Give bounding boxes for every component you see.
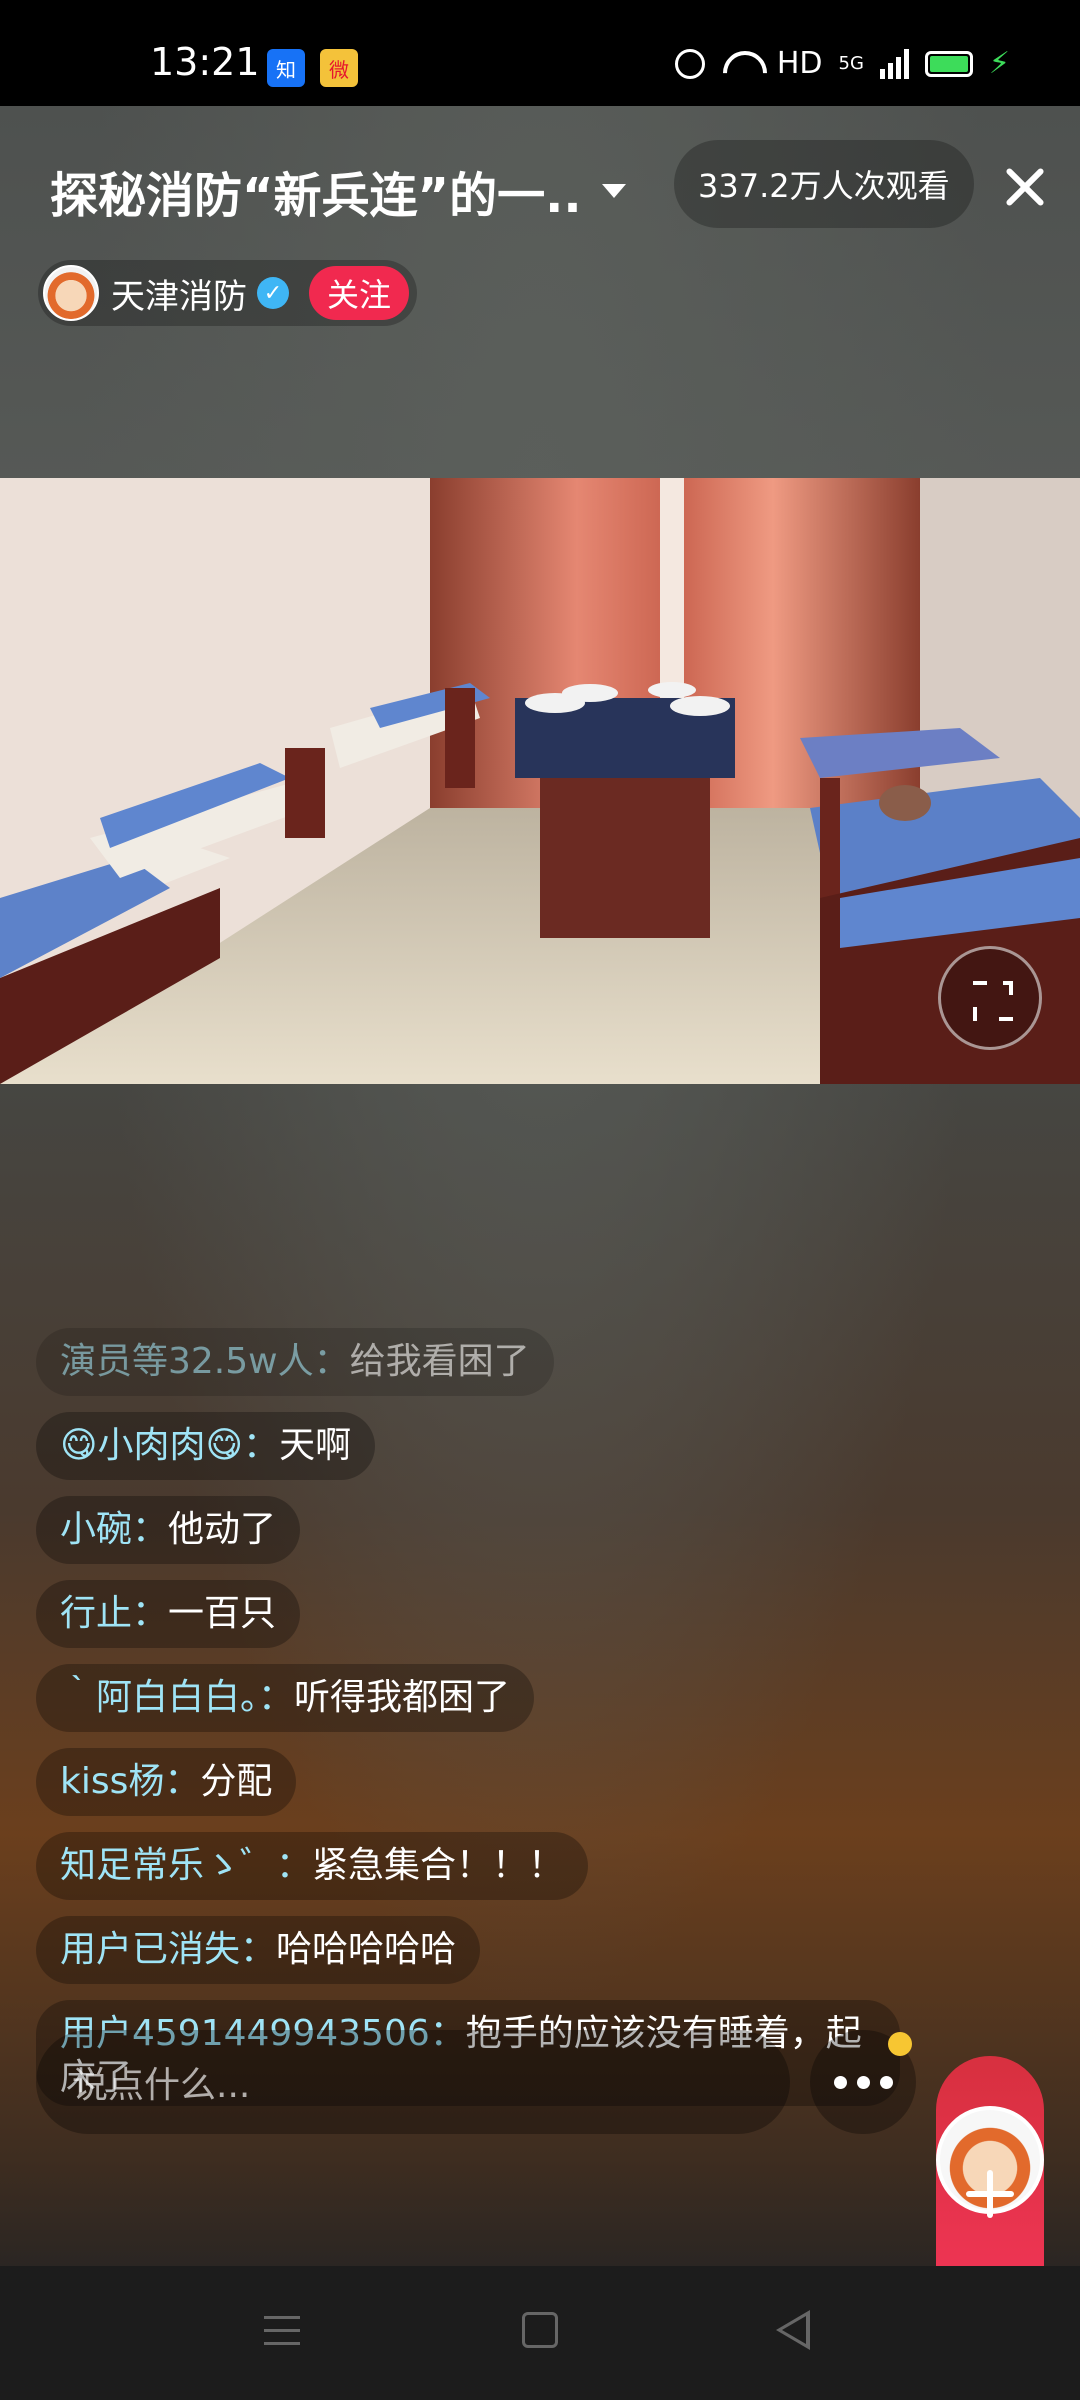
comment-user[interactable]: 用户已消失： xyxy=(60,1929,276,1970)
comment-text: 一百只 xyxy=(168,1593,277,1634)
wifi-icon xyxy=(721,49,761,79)
comment-user[interactable]: 演员等32.5w人： xyxy=(60,1341,350,1382)
plus-icon[interactable] xyxy=(966,2170,1014,2218)
comment-user[interactable]: kiss杨： xyxy=(60,1761,200,1802)
live-room: 探秘消防“新兵连”的一.. 337.2万人次观看 天津消防 ✓ 关注 演员等32… xyxy=(0,106,1080,2350)
comment-user[interactable]: 😋小肉肉😋： xyxy=(60,1425,279,1466)
list-item[interactable]: kiss杨：分配 xyxy=(36,1748,297,1816)
comment-text: 紧急集合！！！ xyxy=(312,1845,565,1886)
menu-icon[interactable] xyxy=(264,2316,300,2346)
list-item[interactable]: 😋小肉肉😋：天啊 xyxy=(36,1412,376,1480)
fullscreen-button[interactable] xyxy=(938,946,1042,1050)
comment-text: 哈哈哈哈哈 xyxy=(276,1929,457,1970)
comment-text: 分配 xyxy=(200,1761,273,1802)
notification-dot xyxy=(888,2032,912,2056)
chevron-down-icon xyxy=(601,184,626,198)
comment-text: 给我看困了 xyxy=(349,1341,530,1382)
hd-label: HD xyxy=(776,46,823,81)
comment-user[interactable]: 小碗： xyxy=(60,1509,168,1550)
navigation-bar xyxy=(0,2266,1080,2400)
comment-user[interactable]: 行止： xyxy=(60,1593,168,1634)
streamer-name: 天津消防 xyxy=(111,276,247,317)
list-item[interactable]: 行止：一百只 xyxy=(36,1580,301,1648)
verified-icon: ✓ xyxy=(257,277,289,309)
home-icon[interactable] xyxy=(522,2312,558,2348)
charging-icon: ⚡ xyxy=(988,46,1010,81)
video-player[interactable] xyxy=(0,478,1080,1084)
list-item[interactable]: 小碗：他动了 xyxy=(36,1496,301,1564)
viewer-count[interactable]: 337.2万人次观看 xyxy=(674,140,974,228)
title-dropdown[interactable]: 探秘消防“新兵连”的一.. xyxy=(50,156,626,226)
streamer-info[interactable]: 天津消防 ✓ 关注 xyxy=(38,260,418,326)
battery-icon xyxy=(924,50,973,77)
signal-icon xyxy=(879,48,909,79)
comment-list: 演员等32.5w人：给我看困了 😋小肉肉😋：天啊 小碗：他动了 行止：一百只 ｀… xyxy=(36,1328,936,2126)
status-indicators: HD 5G ⚡ xyxy=(674,46,1010,81)
status-time: 13:21 xyxy=(150,40,260,84)
list-item[interactable]: ｀阿白白白。：听得我都困了 xyxy=(36,1664,535,1732)
close-icon[interactable] xyxy=(1000,162,1050,212)
comment-user[interactable]: ｀阿白白白。： xyxy=(60,1677,294,1718)
comment-text: 听得我都困了 xyxy=(294,1677,511,1718)
zhihu-app-icon: 知 xyxy=(267,49,305,87)
list-item[interactable]: 演员等32.5w人：给我看困了 xyxy=(36,1328,554,1396)
follow-button[interactable]: 关注 xyxy=(309,266,410,320)
comment-text: 天啊 xyxy=(279,1425,352,1466)
video-frame xyxy=(0,478,1080,1084)
comment-text: 他动了 xyxy=(168,1509,277,1550)
network-label: 5G xyxy=(838,53,864,74)
weibo-app-icon: 微 xyxy=(320,49,358,87)
comment-input[interactable]: 说点什么... xyxy=(36,2030,790,2134)
list-item[interactable]: 知足常乐ゝ゛：紧急集合！！！ xyxy=(36,1832,589,1900)
status-bar: 13:21 知 微 HD 5G ⚡ xyxy=(0,0,1080,106)
live-title: 探秘消防“新兵连”的一.. xyxy=(50,168,582,224)
list-item[interactable]: 用户已消失：哈哈哈哈哈 xyxy=(36,1916,481,1984)
comment-user[interactable]: 知足常乐ゝ゛： xyxy=(60,1845,312,1886)
alarm-icon xyxy=(674,48,705,79)
back-icon[interactable] xyxy=(776,2310,810,2350)
avatar[interactable] xyxy=(43,265,99,321)
